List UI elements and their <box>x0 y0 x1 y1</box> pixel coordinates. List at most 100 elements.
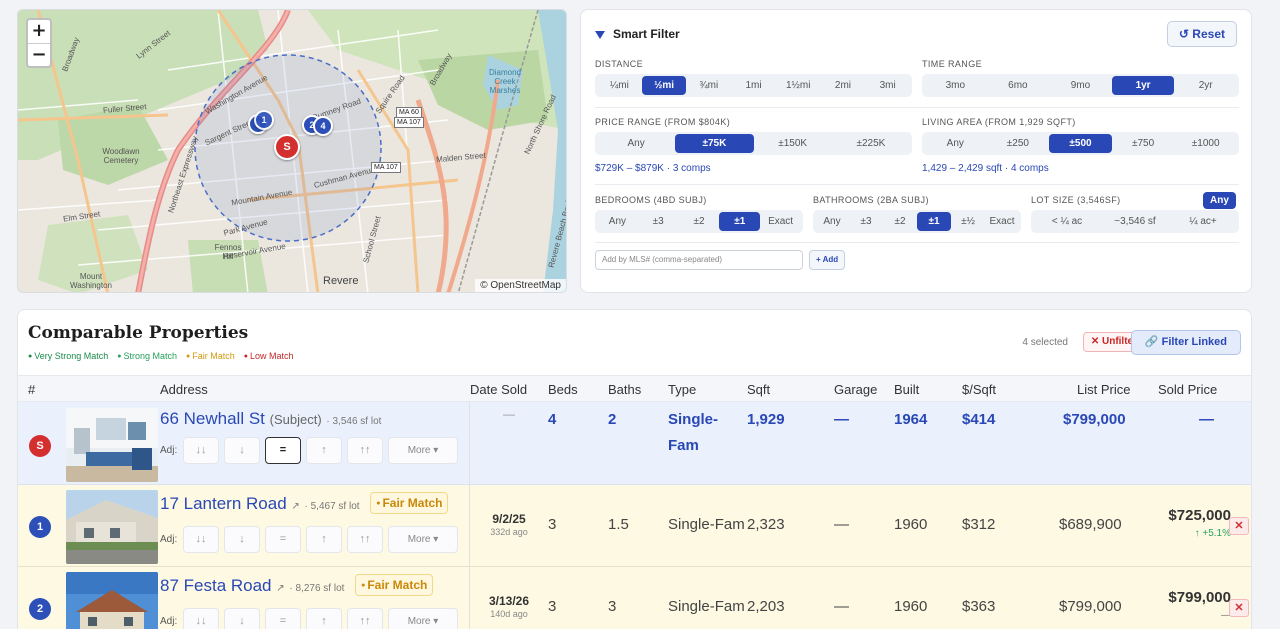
segment-option[interactable]: 1½mi <box>776 76 821 95</box>
segment-option[interactable]: ±225K <box>832 134 910 153</box>
segment-option[interactable]: ±750 <box>1112 134 1175 153</box>
map-pin-comp-1[interactable]: 1 <box>254 110 274 130</box>
zoom-in-button[interactable]: + <box>28 20 50 43</box>
segment-option[interactable]: ±1000 <box>1174 134 1237 153</box>
comp-address-text[interactable]: 87 Festa Road <box>160 576 272 595</box>
subject-photo[interactable] <box>66 408 158 482</box>
adjust-button[interactable]: ↓ <box>224 526 260 553</box>
comp-address[interactable]: 87 Festa Road ↗ · 8,276 sf lot Fair Matc… <box>160 574 434 596</box>
table-row[interactable]: 1 17 Lantern Road ↗ · 5,467 sf lot Fair … <box>18 485 1251 567</box>
remove-comp-button[interactable]: ✕ <box>1229 517 1249 535</box>
segment-option[interactable]: ±½ <box>951 212 985 231</box>
filter-linked-button[interactable]: 🔗 Filter Linked <box>1130 330 1241 355</box>
adjust-button[interactable]: ↓ <box>224 437 260 464</box>
zoom-out-button[interactable]: − <box>28 43 50 66</box>
comp-address[interactable]: 17 Lantern Road ↗ · 5,467 sf lot Fair Ma… <box>160 492 449 514</box>
adjust-button[interactable]: ↑ <box>306 526 342 553</box>
adjust-button[interactable]: ↓ <box>224 608 260 629</box>
segment-option[interactable]: Exact <box>985 212 1019 231</box>
bathrooms-segment: Any ±3 ±2 ±1 ±½ Exact <box>813 210 1021 233</box>
col-sqft[interactable]: Sqft <box>747 382 770 397</box>
more-dropdown[interactable]: More ▾ <box>388 608 458 629</box>
segment-option[interactable]: ±150K <box>754 134 832 153</box>
segment-option[interactable]: ±250 <box>987 134 1050 153</box>
col-date-sold[interactable]: Date Sold <box>470 382 527 397</box>
adjust-button[interactable]: ↓↓ <box>183 608 219 629</box>
segment-option[interactable]: ±3 <box>638 212 679 231</box>
col-baths[interactable]: Baths <box>608 382 641 397</box>
segment-option[interactable]: ±2 <box>883 212 917 231</box>
segment-option[interactable]: 1mi <box>731 76 776 95</box>
comp-photo[interactable] <box>66 490 158 564</box>
external-link-icon[interactable]: ↗ <box>276 583 284 594</box>
segment-option[interactable]: ±500 <box>1049 134 1112 153</box>
segment-option[interactable]: ¼ ac+ <box>1169 212 1237 231</box>
map-pin-subject[interactable]: S <box>274 134 300 160</box>
segment-option[interactable]: 1yr <box>1111 76 1175 95</box>
segment-option[interactable]: < ¼ ac <box>1033 212 1101 231</box>
comp-address-text[interactable]: 17 Lantern Road <box>160 494 287 513</box>
segment-option[interactable]: ±1 <box>719 212 761 231</box>
table-row[interactable]: 2 87 Festa Road ↗ · 8,276 sf lot Fair Ma… <box>18 567 1251 629</box>
legend-strong: Strong Match <box>117 351 178 361</box>
segment-option[interactable]: Any <box>597 212 638 231</box>
add-mls-button[interactable]: + Add <box>809 250 846 270</box>
segment-option[interactable]: ±3 <box>849 212 883 231</box>
adjust-button[interactable]: ↑↑ <box>347 526 383 553</box>
external-link-icon[interactable]: ↗ <box>291 501 299 512</box>
comp-photo[interactable] <box>66 572 158 629</box>
segment-option[interactable]: 2mi <box>821 76 866 95</box>
segment-option[interactable]: Any <box>924 134 987 153</box>
comp-photo-image <box>66 572 158 629</box>
segment-option[interactable]: 2yr <box>1174 76 1237 95</box>
adjust-button[interactable]: = <box>265 437 301 464</box>
segment-option[interactable]: ±2 <box>679 212 720 231</box>
map-panel[interactable]: Lynn Street Broadway Fuller Street Woodl… <box>17 9 567 293</box>
subject-list-price: $799,000 <box>1063 411 1126 428</box>
segment-option[interactable]: 3mi <box>865 76 910 95</box>
col-garage[interactable]: Garage <box>834 382 877 397</box>
remove-comp-button[interactable]: ✕ <box>1229 599 1249 617</box>
comp-list-price: $689,900 <box>1059 516 1122 533</box>
col-sold-price[interactable]: Sold Price <box>1158 382 1217 397</box>
adjust-button[interactable]: ↓↓ <box>183 437 219 464</box>
adjust-button[interactable]: ↑↑ <box>347 437 383 464</box>
more-dropdown[interactable]: More ▾ <box>388 437 458 464</box>
subject-address[interactable]: 66 Newhall St (Subject) · 3,546 sf lot <box>160 409 381 429</box>
adjust-button[interactable]: = <box>265 608 301 629</box>
adjust-button[interactable]: ↓↓ <box>183 526 219 553</box>
map-attribution[interactable]: © OpenStreetMap <box>475 279 566 292</box>
segment-option[interactable]: Exact <box>760 212 801 231</box>
map-pin-comp-4[interactable]: 4 <box>313 116 333 136</box>
segment-option[interactable]: ¾mi <box>686 76 731 95</box>
col-built[interactable]: Built <box>894 382 919 397</box>
segment-option[interactable]: ±1 <box>917 212 951 231</box>
segment-option[interactable]: ¼mi <box>597 76 642 95</box>
col-list-price[interactable]: List Price <box>1077 382 1130 397</box>
segment-option[interactable]: Any <box>597 134 675 153</box>
divider <box>595 107 1239 108</box>
lot-size-label: LOT SIZE (3,546SF) <box>1031 195 1121 205</box>
adjust-button[interactable]: = <box>265 526 301 553</box>
mls-input[interactable]: Add by MLS# (comma-separated) <box>595 250 803 270</box>
adjust-button[interactable]: ↑ <box>306 608 342 629</box>
col-beds[interactable]: Beds <box>548 382 578 397</box>
segment-option[interactable]: 9mo <box>1049 76 1112 95</box>
segment-option[interactable]: 3mo <box>924 76 987 95</box>
segment-option[interactable]: ±75K <box>675 134 754 153</box>
adjust-button[interactable]: ↑↑ <box>347 608 383 629</box>
col-address[interactable]: Address <box>160 382 208 397</box>
col-type[interactable]: Type <box>668 382 696 397</box>
adjust-button[interactable]: ↑ <box>306 437 342 464</box>
more-dropdown[interactable]: More ▾ <box>388 526 458 553</box>
subject-row[interactable]: S 66 Newhall St (Subject) · 3,546 sf lot… <box>18 402 1251 485</box>
col-price-per-sqft[interactable]: $/Sqft <box>962 382 996 397</box>
segment-option[interactable]: 6mo <box>987 76 1050 95</box>
map-shield-ma107-b: MA 107 <box>371 162 401 173</box>
lot-size-any-button[interactable]: Any <box>1203 192 1236 209</box>
segment-option[interactable]: ½mi <box>641 76 687 95</box>
subject-address-text[interactable]: 66 Newhall St <box>160 409 265 428</box>
segment-option[interactable]: ~3,546 sf <box>1101 212 1169 231</box>
reset-button[interactable]: ↺ Reset <box>1166 21 1237 47</box>
segment-option[interactable]: Any <box>815 212 849 231</box>
